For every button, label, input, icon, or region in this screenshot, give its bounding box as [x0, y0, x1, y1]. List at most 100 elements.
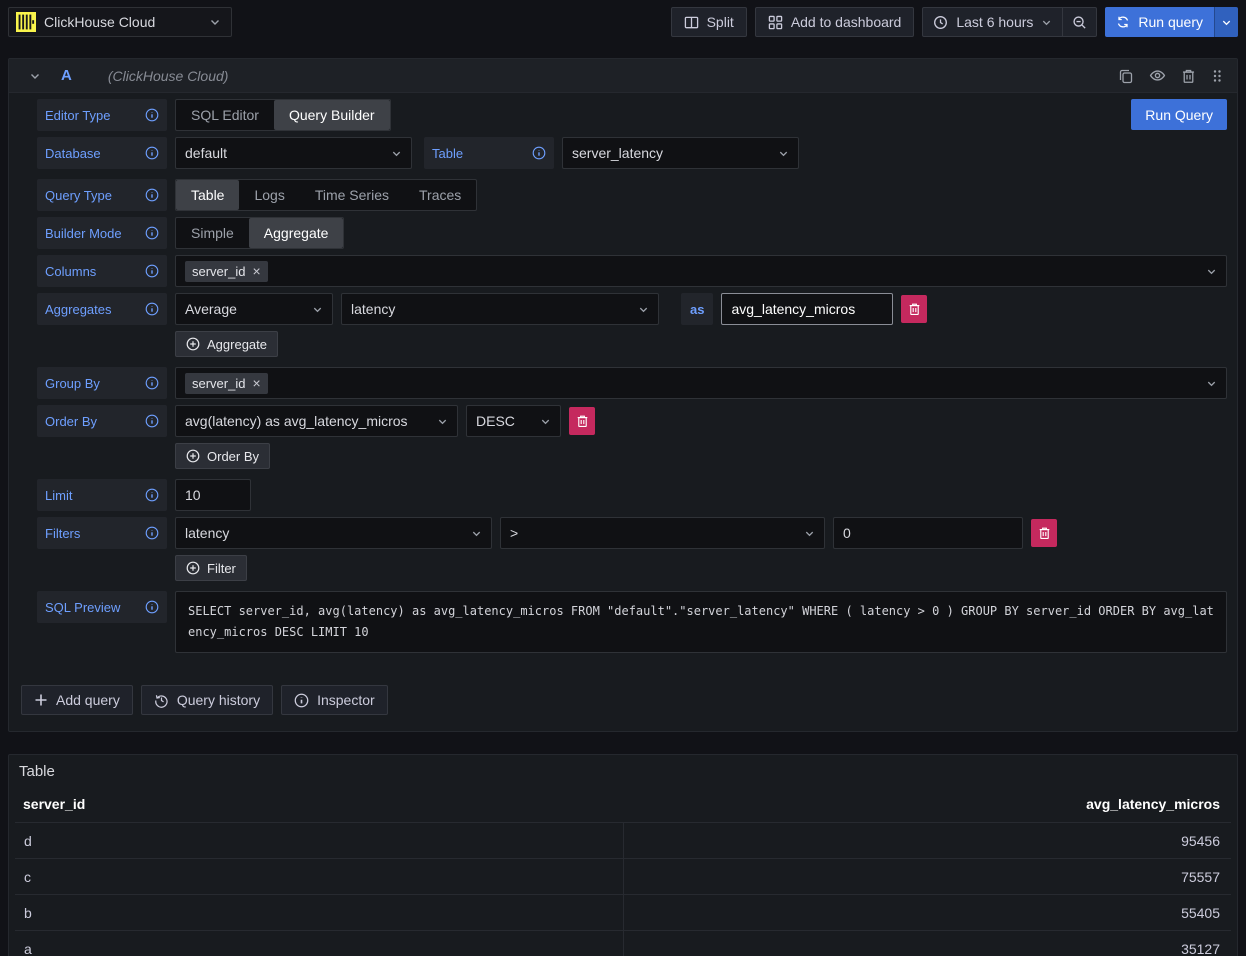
table-select[interactable]: server_latency: [562, 137, 799, 169]
builder-mode-simple[interactable]: Simple: [176, 218, 249, 248]
split-button[interactable]: Split: [671, 7, 747, 37]
row-database-table: Database default Table server_latency: [37, 137, 1227, 169]
cell-server-id: c: [15, 859, 623, 894]
table-row: a 35127: [15, 930, 1231, 956]
database-label: Database: [37, 137, 167, 169]
remove-aggregate-button[interactable]: [901, 295, 927, 323]
query-ref-id: A: [61, 67, 72, 84]
chevron-down-icon: [471, 528, 482, 539]
split-label: Split: [707, 14, 734, 30]
chevron-down-icon: [1206, 266, 1217, 277]
aggregate-function-select[interactable]: Average: [175, 293, 333, 325]
group-by-multiselect[interactable]: server_id ×: [175, 367, 1227, 399]
editor-type-toggle: SQL Editor Query Builder: [175, 99, 391, 131]
as-label: as: [681, 293, 713, 325]
query-builder-form: Editor Type SQL Editor Query Builder Run…: [9, 93, 1237, 731]
limit-input[interactable]: [175, 479, 251, 511]
query-datasource-hint: (ClickHouse Cloud): [108, 68, 229, 84]
query-history-button[interactable]: Query history: [141, 685, 273, 715]
row-group-by: Group By server_id ×: [37, 367, 1227, 399]
filter-value-input[interactable]: [833, 517, 1023, 549]
table-label: Table: [424, 137, 554, 169]
hide-response-eye-icon[interactable]: [1149, 67, 1166, 84]
query-type-traces[interactable]: Traces: [404, 180, 476, 210]
info-icon: [145, 302, 159, 316]
refresh-icon: [1116, 15, 1130, 29]
info-icon: [145, 526, 159, 540]
time-range-label: Last 6 hours: [956, 14, 1033, 30]
inspector-button[interactable]: Inspector: [281, 685, 388, 715]
remove-order-by-button[interactable]: [569, 407, 595, 435]
column-header-avg-latency-micros[interactable]: avg_latency_micros: [623, 796, 1237, 812]
chevron-down-icon: [804, 528, 815, 539]
add-aggregate-button[interactable]: Aggregate: [175, 331, 278, 357]
info-icon: [145, 108, 159, 122]
datasource-name: ClickHouse Cloud: [44, 14, 201, 30]
explore-toolbar: ClickHouse Cloud Split Add to dashboard …: [0, 0, 1246, 44]
columns-multiselect[interactable]: server_id ×: [175, 255, 1227, 287]
zoom-out-button[interactable]: [1062, 8, 1096, 36]
row-limit: Limit: [37, 479, 1227, 511]
datasource-picker[interactable]: ClickHouse Cloud: [8, 7, 232, 37]
limit-label: Limit: [37, 479, 167, 511]
info-icon: [145, 146, 159, 160]
trash-icon: [576, 414, 589, 428]
circle-plus-icon: [186, 337, 200, 351]
cell-avg-latency: 75557: [623, 859, 1231, 894]
table-header-row: server_id avg_latency_micros: [9, 792, 1237, 822]
dashboard-grid-icon: [768, 15, 783, 30]
circle-plus-icon: [186, 449, 200, 463]
remove-tag-icon[interactable]: ×: [252, 264, 260, 278]
database-select[interactable]: default: [175, 137, 412, 169]
aggregate-alias-input[interactable]: [721, 293, 893, 325]
columns-label: Columns: [37, 255, 167, 287]
split-icon: [684, 15, 699, 30]
row-builder-mode: Builder Mode Simple Aggregate: [37, 217, 1227, 249]
chevron-down-icon: [1206, 378, 1217, 389]
run-query-label: Run query: [1138, 14, 1203, 30]
toolbar-actions: Split Add to dashboard Last 6 hours Run …: [671, 7, 1238, 37]
filter-operator-select[interactable]: >: [500, 517, 825, 549]
query-type-logs[interactable]: Logs: [239, 180, 299, 210]
add-filter-button[interactable]: Filter: [175, 555, 247, 581]
panel-run-query-button[interactable]: Run Query: [1131, 99, 1227, 130]
query-type-table[interactable]: Table: [176, 180, 239, 210]
chevron-down-icon: [540, 416, 551, 427]
filter-column-select[interactable]: latency: [175, 517, 492, 549]
row-columns: Columns server_id ×: [37, 255, 1227, 287]
remove-tag-icon[interactable]: ×: [252, 376, 260, 390]
trash-icon: [908, 302, 921, 316]
add-to-dashboard-button[interactable]: Add to dashboard: [755, 7, 915, 37]
remove-filter-button[interactable]: [1031, 519, 1057, 547]
query-editor-header: A (ClickHouse Cloud): [9, 59, 1237, 93]
query-type-time-series[interactable]: Time Series: [300, 180, 404, 210]
info-icon: [145, 376, 159, 390]
collapse-caret-icon[interactable]: [29, 70, 41, 82]
add-query-button[interactable]: Add query: [21, 685, 133, 715]
builder-mode-aggregate[interactable]: Aggregate: [249, 218, 344, 248]
run-query-dropdown[interactable]: [1214, 7, 1238, 37]
duplicate-query-icon[interactable]: [1118, 68, 1134, 84]
history-icon: [154, 693, 169, 708]
group-by-label: Group By: [37, 367, 167, 399]
aggregate-column-select[interactable]: latency: [341, 293, 659, 325]
add-order-by-button[interactable]: Order By: [175, 443, 270, 469]
aggregates-label: Aggregates: [37, 293, 167, 325]
chevron-down-icon: [778, 148, 789, 159]
time-range-button[interactable]: Last 6 hours: [923, 8, 1062, 36]
zoom-out-icon: [1072, 15, 1087, 30]
editor-type-sql-editor[interactable]: SQL Editor: [176, 100, 274, 130]
order-by-direction-select[interactable]: DESC: [466, 405, 561, 437]
info-icon: [145, 226, 159, 240]
trash-icon: [1038, 526, 1051, 540]
remove-query-trash-icon[interactable]: [1181, 68, 1196, 84]
run-query-button[interactable]: Run query: [1105, 7, 1214, 37]
order-by-field-select[interactable]: avg(latency) as avg_latency_micros: [175, 405, 458, 437]
editor-type-label: Editor Type: [37, 99, 167, 131]
column-header-server-id[interactable]: server_id: [9, 796, 623, 812]
info-icon: [145, 600, 159, 614]
chevron-down-icon: [1041, 17, 1052, 28]
editor-type-query-builder[interactable]: Query Builder: [274, 100, 390, 130]
query-header-actions: [1118, 67, 1223, 84]
drag-handle-icon[interactable]: [1211, 68, 1223, 84]
